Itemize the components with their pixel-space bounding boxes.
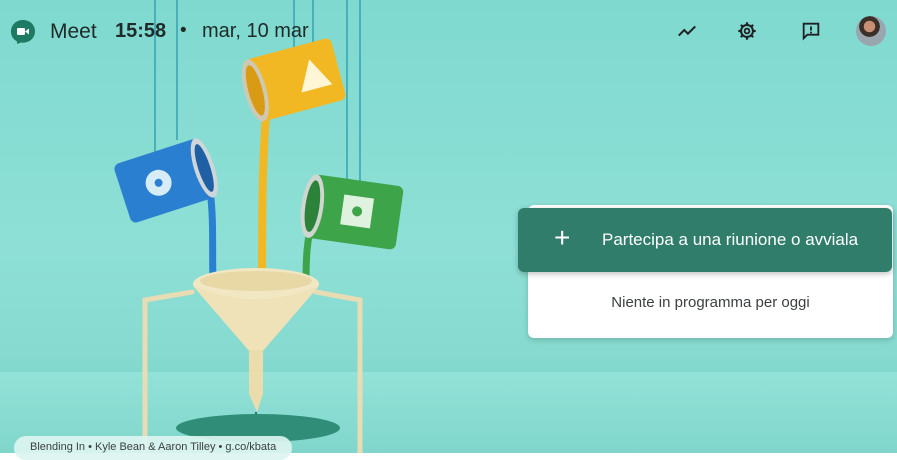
join-or-start-meeting-button[interactable]: + Partecipa a una riunione o avviala [518, 208, 892, 272]
trending-icon[interactable] [676, 20, 698, 42]
feedback-icon[interactable] [800, 20, 822, 42]
plus-icon: + [554, 222, 571, 253]
current-date: mar, 10 mar [202, 20, 309, 42]
settings-icon[interactable] [736, 20, 758, 42]
no-meetings-message: Niente in programma per oggi [611, 294, 810, 311]
user-avatar[interactable] [856, 16, 886, 46]
meet-logo-icon [11, 20, 35, 44]
artwork-credit[interactable]: Blending In • Kyle Bean & Aaron Tilley •… [14, 436, 293, 460]
join-meeting-label: Partecipa a una riunione o avviala [602, 230, 859, 249]
current-time: 15:58 [115, 20, 167, 42]
app-name: Meet [50, 20, 97, 43]
top-bar: Meet 15:58 • mar, 10 mar [0, 0, 897, 60]
separator-dot: • [180, 20, 187, 41]
